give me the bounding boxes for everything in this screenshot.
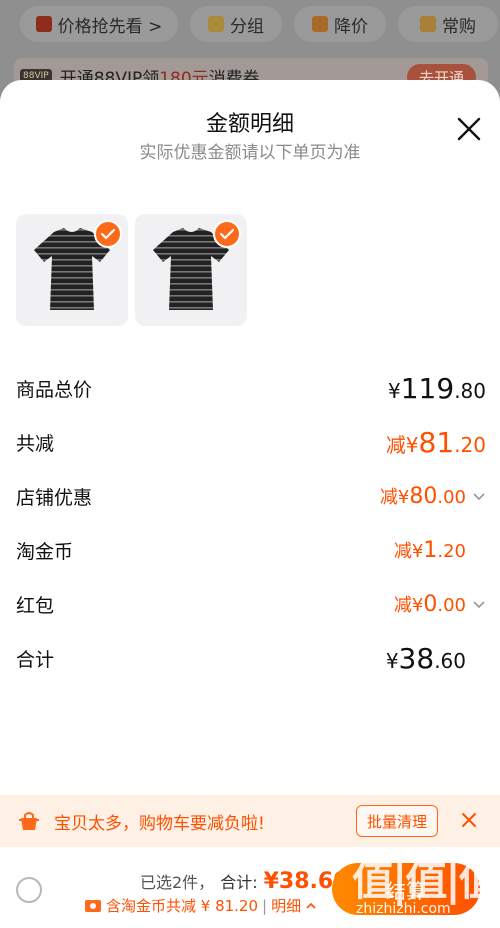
coupon-icon xyxy=(85,899,101,912)
frequent-chip[interactable]: 常购 xyxy=(398,6,498,42)
checkout-bar: 已选2件， 合计: ¥38.60 含淘金币共减 ¥ 81.20 | 明细 结算 … xyxy=(0,847,500,928)
chevron-down-icon[interactable] xyxy=(472,597,486,611)
chip-label: 降价 xyxy=(334,16,368,37)
row-tao-coin: 淘金币 减¥ 1 .20 xyxy=(16,533,486,567)
row-total-price: 商品总价 ¥ 119 .80 xyxy=(16,371,486,405)
row-sum: 合计 ¥ 38 .60 xyxy=(16,641,486,675)
sheet-title: 金额明细 xyxy=(205,112,294,137)
row-value: 减¥ 80 .00 xyxy=(380,483,486,509)
total-label: 合计: xyxy=(220,873,258,892)
sheet-subtitle: 实际优惠金额请以下单页为准 xyxy=(139,143,361,163)
row-value: ¥ 38 .60 xyxy=(385,641,466,675)
chip-label: 价格抢先看 > xyxy=(57,16,163,37)
select-all-radio[interactable] xyxy=(16,877,42,903)
row-shop-discount[interactable]: 店铺优惠 减¥ 80 .00 xyxy=(16,479,486,513)
row-label: 淘金币 xyxy=(16,540,74,563)
selected-check-icon[interactable] xyxy=(213,220,241,248)
notice-text: 宝贝太多，购物车要减负啦! xyxy=(54,813,265,834)
row-value: 减¥ 0 .00 xyxy=(394,591,486,617)
bookmark-icon xyxy=(35,16,52,32)
product-thumbnail[interactable] xyxy=(135,214,247,326)
folder-icon xyxy=(208,16,224,32)
detail-link[interactable]: 明细 xyxy=(271,895,301,916)
close-icon[interactable] xyxy=(456,116,482,142)
price-watch-chip[interactable]: 价格抢先看 > xyxy=(20,6,178,42)
coin-discount-text: 含淘金币共减 ¥ 81.20 xyxy=(106,897,259,915)
group-chip[interactable]: 分组 xyxy=(190,6,282,42)
watermark-logo: 值|值|值 xyxy=(352,856,500,905)
watermark-url: zhizhizhi.com xyxy=(356,901,451,917)
product-thumbnail[interactable] xyxy=(16,214,128,326)
cart-icon xyxy=(420,16,436,32)
row-label: 共减 xyxy=(16,432,55,455)
price-drop-chip[interactable]: 降价 xyxy=(294,6,386,42)
row-value: 减¥ 1 .20 xyxy=(393,538,466,563)
row-label: 店铺优惠 xyxy=(16,486,93,509)
row-red-packet[interactable]: 红包 减¥ 0 .00 xyxy=(16,587,486,621)
selection-summary: 已选2件， 合计: ¥38.60 xyxy=(140,869,349,894)
selected-check-icon[interactable] xyxy=(94,220,122,248)
selected-count: 已选2件， xyxy=(140,873,215,892)
shopping-bag-icon xyxy=(19,812,39,830)
batch-clear-button[interactable]: 批量清理 xyxy=(356,805,438,837)
close-icon[interactable] xyxy=(460,811,478,829)
chevron-up-icon[interactable] xyxy=(305,901,317,911)
row-label: 合计 xyxy=(16,648,55,671)
row-value: ¥ 119 .80 xyxy=(388,371,486,405)
chip-label: 常购 xyxy=(442,16,476,37)
down-arrow-icon xyxy=(312,16,328,32)
chevron-down-icon[interactable] xyxy=(472,489,486,503)
cart-notice-bar: 宝贝太多，购物车要减负啦! 批量清理 xyxy=(0,795,500,847)
row-value: 减¥ 81 .20 xyxy=(385,425,486,459)
row-label: 红包 xyxy=(16,594,55,617)
chip-label: 分组 xyxy=(230,16,264,37)
row-total-discount: 共减 减¥ 81 .20 xyxy=(16,425,486,459)
row-label: 商品总价 xyxy=(16,378,93,401)
coin-discount-line[interactable]: 含淘金币共减 ¥ 81.20 | 明细 xyxy=(84,895,317,916)
separator: | xyxy=(262,896,268,915)
